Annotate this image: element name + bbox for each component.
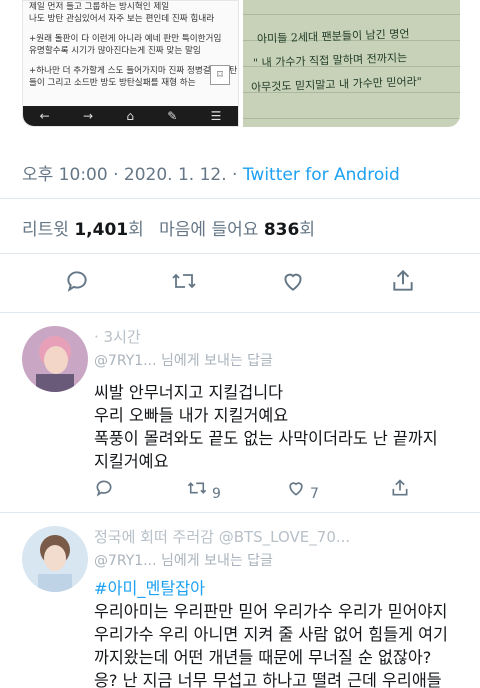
retweet-button[interactable]: 9 [186, 478, 221, 503]
like-button[interactable]: 7 [286, 478, 319, 503]
media-row: 제일 먼저 들고 그룹하는 방시혁인 제일 나도 방탄 관심있어서 자주 보는 … [22, 0, 460, 127]
reply-header: · 3시간 [94, 328, 141, 346]
share-icon[interactable] [390, 268, 416, 300]
divider [0, 198, 480, 199]
reply-text-line: 지킬거예요 [94, 452, 169, 471]
retweets-stat[interactable]: 리트윗 1,401회 [22, 220, 144, 240]
image-text-line: +원래 돌판이 다 이런게 아니라 예네 판만 특이한거임 [29, 34, 222, 44]
tweet-source-link[interactable]: Twitter for Android [243, 165, 400, 185]
avatar[interactable] [22, 326, 88, 392]
handwritten-line: " 내 가수가 직접 말하며 전까지는 [252, 51, 408, 70]
attached-screenshot-image[interactable]: 제일 먼저 들고 그룹하는 방시혁인 제일 나도 방탄 관심있어서 자주 보는 … [22, 0, 239, 127]
image-text-line: 들이 그리고 소드반 방도 방탄실패를 재형 하는 [29, 78, 196, 88]
image-text-line: 제일 먼저 들고 그룹하는 방시혁인 제일 [29, 2, 170, 12]
menu-icon: ☰ [210, 109, 222, 123]
reply-header: 정국에 회떠 주러감 @BTS_LOVE_70... [94, 528, 351, 546]
reply-item[interactable]: 정국에 회떠 주러감 @BTS_LOVE_70... @7RY1... 님에게 … [0, 512, 480, 688]
back-icon: ← [39, 109, 50, 123]
like-heart-icon [289, 482, 303, 496]
edit-icon: ✎ [167, 109, 178, 123]
home-icon: ⌂ [126, 109, 134, 123]
likes-count: 836 [263, 220, 300, 240]
hashtag-link[interactable]: #아미_멘탈잡아 [94, 578, 205, 599]
tweet-timestamp: 오후 10:00 · 2020. 1. 12. · [22, 165, 243, 185]
tweet-meta: 오후 10:00 · 2020. 1. 12. · Twitter for An… [22, 160, 400, 185]
reply-text-line: 우리아미는 우리판만 믿어 우리가수 우리가 믿어야지 [94, 602, 448, 621]
image-text-line: 나도 방탄 관심있어서 자주 보는 편인데 진짜 힘내라 [29, 14, 215, 24]
attached-note-image[interactable]: 아미들 2세대 팬분들이 남긴 명언 " 내 가수가 직접 말하며 전까지는 아… [243, 0, 460, 127]
retweet-icon [187, 482, 207, 494]
avatar[interactable] [22, 526, 88, 592]
handwritten-line: 아미들 2세대 팬분들이 남긴 명언 [256, 27, 410, 46]
reply-text-line: 씨발 안무너지고 지킬겁니다 [94, 383, 284, 402]
divider [0, 253, 480, 254]
tweet-stats: 리트윗 1,401회 마음에 들어요 836회 [22, 215, 315, 240]
reply-to-label: @7RY1... 님에게 보내는 답글 [94, 553, 273, 569]
retweets-count: 1,401 [74, 220, 129, 240]
reply-icon[interactable] [64, 268, 90, 300]
image-text-line: +하나만 더 추가할게 스도 들어가지마 진짜 정병걸려 방탄 팬 [29, 66, 238, 76]
image-text-line: 유명할수록 시기가 많아진다는게 진짜 맞는 말임 [29, 46, 201, 56]
reply-text-line: 우리 오빠들 내가 지킬거예요 [94, 406, 289, 425]
image-nav-bar: ← → ⌂ ✎ ☰ [23, 106, 238, 126]
retweet-icon[interactable] [170, 268, 198, 300]
retweet-count: 9 [212, 486, 221, 502]
forward-icon: → [82, 109, 94, 123]
reply-text-line: 폭풍이 몰려와도 끝도 없는 사막이더라도 난 끝까지 [94, 429, 438, 448]
like-count: 7 [310, 486, 319, 502]
bookmark-icon: ⌑ [210, 65, 230, 85]
reply-text-line: 까지왔는데 어떤 개년들 때문에 무너질 순 없잖아? [94, 648, 432, 667]
reply-text-line: 응? 난 지금 너무 무섭고 하나고 떨려 근데 우리애들 [94, 671, 442, 688]
likes-stat[interactable]: 마음에 들어요 836회 [159, 220, 315, 240]
share-icon[interactable] [390, 478, 410, 503]
reply-icon[interactable] [94, 478, 114, 503]
reply-to-label: @7RY1... 님에게 보내는 답글 [94, 353, 273, 369]
tweet-action-bar [0, 268, 480, 304]
reply-item[interactable]: · 3시간 @7RY1... 님에게 보내는 답글 씨발 안무너지고 지킬겁니다… [0, 312, 480, 508]
reply-text-line: 우리가수 우리 아니면 지켜 줄 사람 없어 힘들게 여기 [94, 625, 448, 644]
like-heart-icon[interactable] [280, 268, 306, 300]
